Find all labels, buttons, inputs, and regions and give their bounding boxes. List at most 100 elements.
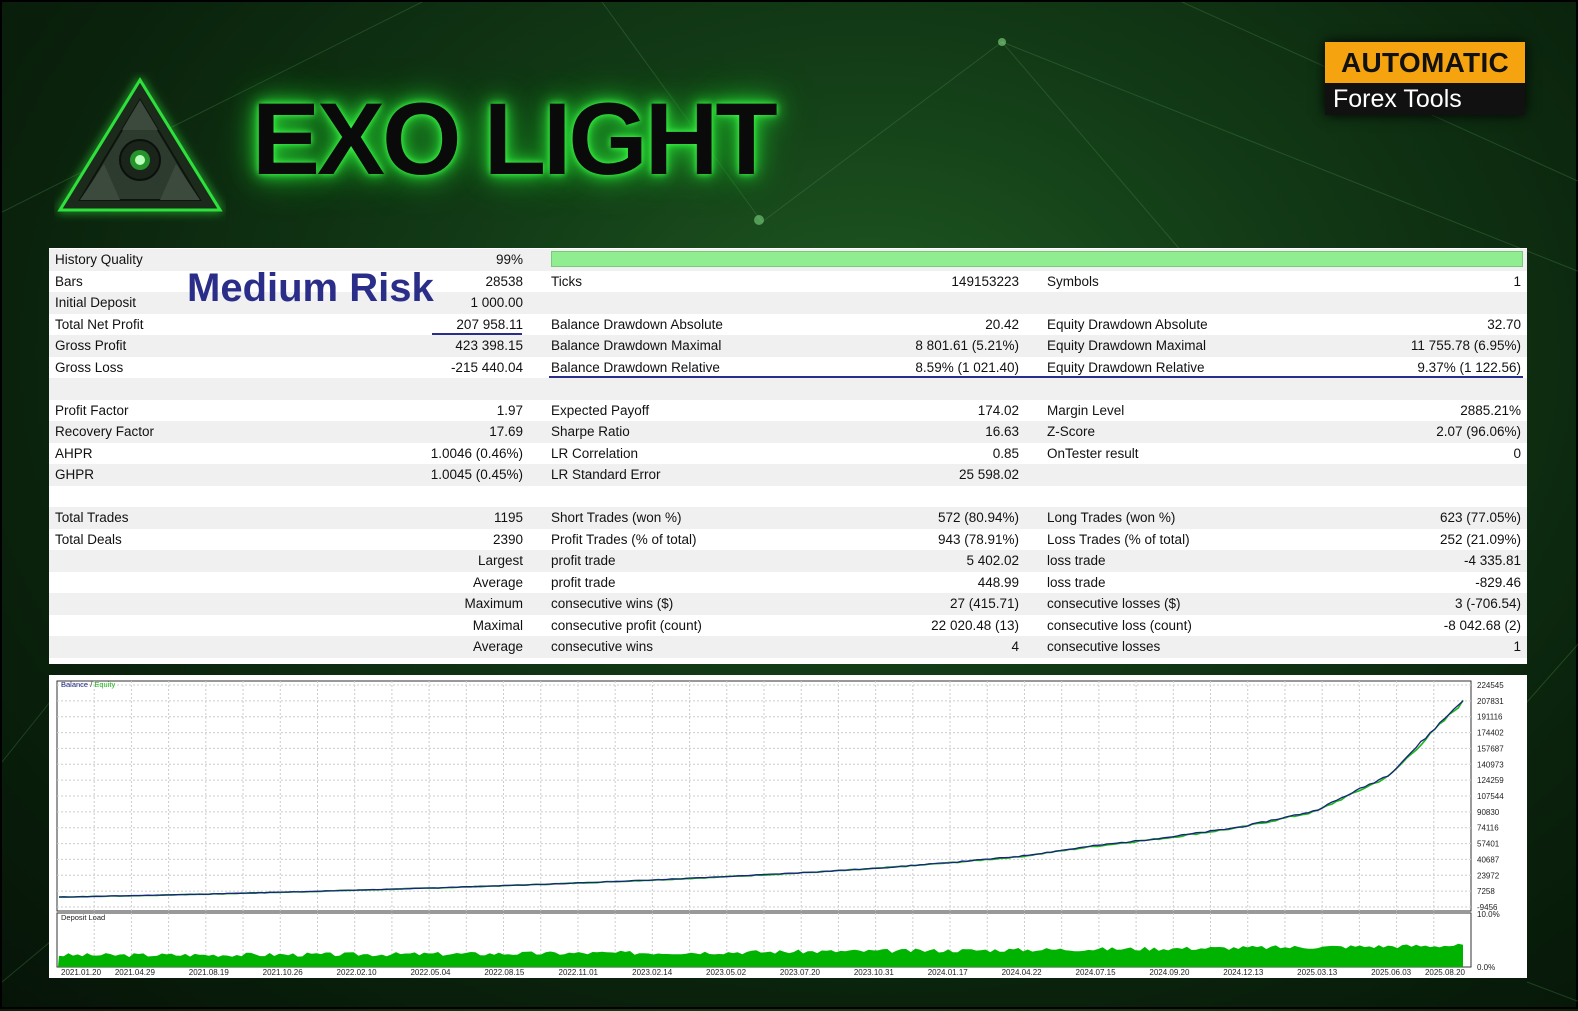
metric-label: Equity Drawdown Absolute [1047, 316, 1208, 332]
metric-label: Short Trades (won %) [551, 510, 682, 525]
x-tick-label: 2021.01.20 [61, 968, 102, 977]
report-row [49, 486, 1527, 508]
x-tick-label: 2025.08.20 [1425, 968, 1466, 977]
y-tick-label: 40687 [1477, 855, 1500, 864]
balance-equity-chart: 224545 207831 191116 174402 157687 140973 1242… [49, 675, 1527, 978]
metric-label: LR Correlation [551, 445, 639, 461]
metric-value: 1.97 [496, 402, 523, 418]
metric-label: Profit Factor [55, 402, 129, 418]
exo-light-logo-icon [57, 77, 223, 212]
report-row: Gross Profit 423 398.15 Balance Drawdown M… [49, 335, 1527, 357]
metric-label: History Quality [55, 252, 143, 267]
x-tick-label: 2022.02.10 [337, 968, 378, 977]
report-row: Recovery Factor 17.69 Sharpe Ratio 16.63 Z-S… [49, 421, 1527, 443]
brand-bottom-label: Forex Tools [1325, 83, 1525, 115]
metric-value: 16.63 [985, 424, 1019, 439]
product-title: EXO LIGHT [252, 82, 778, 196]
history-quality-bar [551, 251, 1523, 267]
drawdown-relative-underline [549, 376, 1523, 378]
x-tick-label: 2025.03.13 [1297, 968, 1338, 977]
metric-value: 448.99 [977, 574, 1019, 590]
metric-label: Balance Drawdown Maximal [551, 338, 722, 353]
metric-label: profit trade [551, 553, 616, 568]
load-max-label: 10.0% [1477, 910, 1500, 919]
metric-value: 1.0046 (0.46%) [430, 445, 523, 461]
metric-value: 252 (21.09%) [1439, 531, 1521, 547]
x-tick-label: 2024.07.15 [1076, 968, 1117, 977]
y-tick-label: 174402 [1477, 729, 1504, 738]
report-row: GHPR 1.0045 (0.45%) LR Standard Error 25 59… [49, 464, 1527, 486]
metric-label: OnTester result [1047, 445, 1139, 461]
deposit-load-label: Deposit Load [61, 913, 105, 922]
x-tick-label: 2021.08.19 [189, 968, 230, 977]
y-tick-label: 90830 [1477, 808, 1500, 817]
metric-label: Recovery Factor [55, 424, 155, 439]
metric-value: 99% [495, 252, 523, 267]
y-tick-label: 57401 [1477, 840, 1500, 849]
metric-label: loss trade [1047, 574, 1106, 590]
metric-label: Total Trades [55, 510, 129, 525]
metric-value: -829.46 [1475, 574, 1521, 590]
y-tick-label: 224545 [1477, 681, 1504, 690]
metric-value: 32.70 [1487, 316, 1521, 332]
report-row: Total Trades 1195 Short Trades (won %) 572 … [49, 507, 1527, 529]
metric-label: Balance Drawdown Absolute [551, 316, 723, 332]
metric-value: 17.69 [489, 424, 523, 439]
x-tick-label: 2024.04.22 [1002, 968, 1043, 977]
report-row [49, 378, 1527, 400]
metric-value: 20.42 [985, 316, 1019, 332]
metric-label: Equity Drawdown Relative [1047, 359, 1205, 375]
chart-legend: Balance / Equity [61, 680, 115, 689]
metric-value: 2.07 (96.06%) [1436, 424, 1521, 439]
metric-value: Average [472, 574, 523, 590]
metric-value: 174.02 [977, 402, 1019, 418]
x-tick-label: 2025.06.03 [1371, 968, 1412, 977]
metric-value: 423 398.15 [455, 338, 523, 353]
metric-label: consecutive losses [1047, 639, 1161, 654]
metric-value: 1195 [493, 510, 523, 525]
metric-label: Loss Trades (% of total) [1047, 531, 1190, 547]
metric-label: consecutive loss (count) [1047, 617, 1192, 633]
report-row: Maximum consecutive wins ($) 27 (415.71) co… [49, 593, 1527, 615]
metric-label: Bars [55, 273, 83, 289]
y-tick-label: 23972 [1477, 871, 1500, 880]
metric-value: 2390 [492, 531, 523, 547]
metric-value: 149153223 [951, 273, 1019, 289]
report-row: Total Deals 2390 Profit Trades (% of total… [49, 529, 1527, 551]
metric-value: 207 958.11 [456, 316, 523, 332]
chart-canvas: 224545 207831 191116 174402 157687 140973 1242… [56, 680, 1504, 977]
y-tick-label: 74116 [1477, 824, 1499, 833]
x-tick-label: 2023.02.14 [632, 968, 673, 977]
metric-label: loss trade [1047, 553, 1106, 568]
x-tick-label: 2023.10.31 [854, 968, 895, 977]
metric-value: 1 [1513, 273, 1521, 289]
net-profit-underline [432, 333, 522, 335]
metric-label: Equity Drawdown Maximal [1047, 338, 1207, 353]
metric-label: Z-Score [1047, 424, 1096, 439]
y-tick-label: 157687 [1477, 744, 1504, 753]
metric-value: 943 (78.91%) [937, 531, 1019, 547]
metric-value: -4 335.81 [1463, 553, 1521, 568]
metric-value: 0 [1513, 445, 1521, 461]
report-row: Total Net Profit 207 958.11 Balance Drawdo… [49, 314, 1527, 336]
x-tick-label: 2022.05.04 [410, 968, 451, 977]
report-row: Average consecutive wins 4 consecutive loss… [49, 636, 1527, 658]
report-row: Largest profit trade 5 402.02 loss trade -4 … [49, 550, 1527, 572]
metric-label: Balance Drawdown Relative [551, 359, 720, 375]
metric-value: 28538 [485, 273, 523, 289]
report-row: Profit Factor 1.97 Expected Payoff 174.02 Ma… [49, 400, 1527, 422]
metric-value: Maximal [472, 617, 523, 633]
y-tick-label: 207831 [1477, 697, 1504, 706]
metric-value: 1 000.00 [470, 295, 523, 310]
metric-value: 25 598.02 [958, 467, 1019, 482]
metric-label: consecutive wins ($) [551, 596, 674, 611]
metric-label: Initial Deposit [55, 295, 137, 310]
metric-value: 22 020.48 (13) [931, 617, 1019, 633]
load-min-label: 0.0% [1477, 963, 1495, 972]
metric-label: Expected Payoff [551, 402, 650, 418]
brand-badge[interactable]: AUTOMATIC Forex Tools [1325, 42, 1525, 115]
metric-label: Total Net Profit [55, 316, 144, 332]
x-tick-label: 2024.12.13 [1223, 968, 1264, 977]
metric-label: consecutive profit (count) [551, 617, 702, 633]
metric-value: 9.37% (1 122.56) [1417, 359, 1521, 375]
